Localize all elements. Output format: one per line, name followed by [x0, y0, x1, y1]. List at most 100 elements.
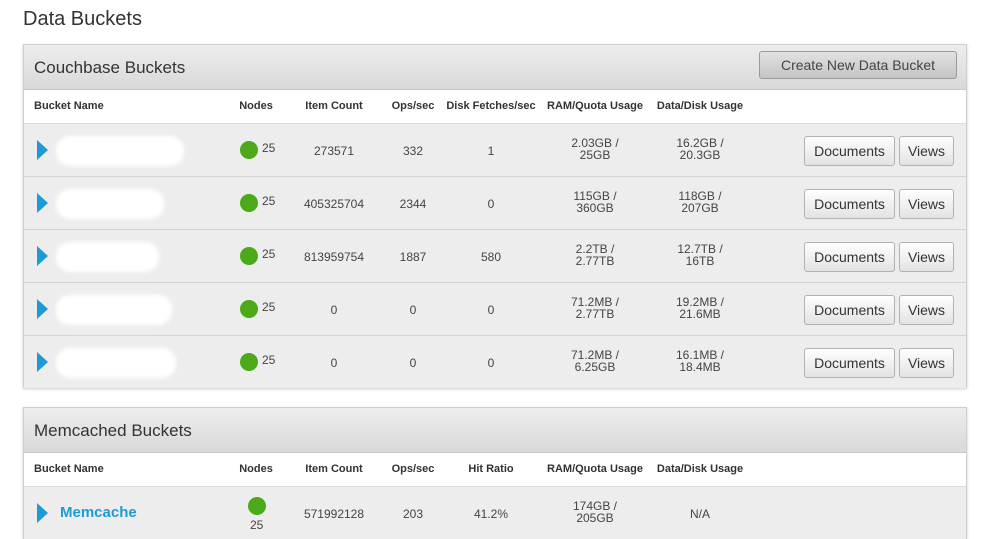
header-nodes: Nodes [239, 100, 273, 112]
nodes-count: 25 [262, 300, 276, 314]
data-disk-usage: N/A [689, 507, 711, 521]
ram-quota: 2.77TB [575, 254, 615, 268]
disk-total: 21.6MB [679, 307, 721, 321]
triangle-right-icon[interactable] [37, 352, 48, 372]
header-bucket-name: Bucket Name [34, 463, 104, 475]
documents-button[interactable]: Documents [804, 189, 895, 219]
nodes-count: 25 [262, 141, 276, 155]
bucket-row: 25 0 0 0 71.2MB /2.77TB 19.2MB /21.6MB D… [24, 283, 966, 336]
header-ops-sec: Ops/sec [391, 463, 435, 475]
status-healthy-icon [240, 300, 258, 318]
item-count: 0 [330, 303, 338, 317]
data-disk-usage: 118GB /207GB [678, 190, 721, 214]
status-healthy-icon [248, 497, 266, 515]
bucket-name-link[interactable]: Memcache [60, 504, 137, 526]
couchbase-buckets-panel: Couchbase Buckets Create New Data Bucket… [23, 44, 967, 388]
bucket-row: Memcache 25 571992128 203 41.2% 174GB /2… [24, 487, 966, 539]
bucket-name-redacted[interactable] [60, 352, 172, 374]
ops-sec: 0 [409, 356, 417, 370]
ram-quota-usage: 174GB /205GB [573, 500, 617, 524]
item-count: 813959754 [303, 250, 365, 264]
ram-quota: 360GB [576, 201, 614, 215]
bucket-row: 25 273571 332 1 2.03GB /25GB 16.2GB /20.… [24, 124, 966, 177]
header-item-count: Item Count [305, 463, 363, 475]
header-ops-sec: Ops/sec [391, 100, 435, 112]
disk-total: 16TB [685, 254, 715, 268]
ops-sec: 332 [402, 144, 424, 158]
ops-sec: 203 [402, 507, 424, 521]
couchbase-panel-header: Couchbase Buckets Create New Data Bucket [24, 45, 966, 90]
ops-sec: 0 [409, 303, 417, 317]
header-ram-quota: RAM/Quota Usage [547, 463, 643, 475]
disk-total: 20.3GB [679, 148, 721, 162]
header-disk-fetches: Disk Fetches/sec [446, 100, 536, 112]
data-disk-usage: 16.1MB /18.4MB [676, 349, 724, 373]
views-button[interactable]: Views [899, 348, 954, 378]
ram-quota: 25GB [579, 148, 611, 162]
triangle-right-icon[interactable] [37, 503, 48, 523]
documents-button[interactable]: Documents [804, 348, 895, 378]
status-healthy-icon [240, 194, 258, 212]
header-data-disk: Data/Disk Usage [656, 100, 744, 112]
views-button[interactable]: Views [899, 242, 954, 272]
triangle-right-icon[interactable] [37, 246, 48, 266]
bucket-row: 25 405325704 2344 0 115GB /360GB 118GB /… [24, 177, 966, 230]
status-healthy-icon [240, 141, 258, 159]
views-button[interactable]: Views [899, 136, 954, 166]
ram-quota-usage: 115GB /360GB [573, 190, 616, 214]
disk-total: 18.4MB [679, 360, 721, 374]
header-item-count: Item Count [305, 100, 363, 112]
item-count: 0 [330, 356, 338, 370]
disk-fetches: 0 [487, 303, 495, 317]
views-button[interactable]: Views [899, 189, 954, 219]
nodes-count: 25 [262, 247, 276, 261]
ram-quota-usage: 2.2TB /2.77TB [576, 243, 615, 267]
ram-quota: 6.25GB [574, 360, 616, 374]
memcached-buckets-panel: Memcached Buckets Bucket Name Nodes Item… [23, 407, 967, 539]
triangle-right-icon[interactable] [37, 193, 48, 213]
nodes-count: 25 [262, 194, 276, 208]
couchbase-panel-title: Couchbase Buckets [34, 58, 186, 77]
create-bucket-button[interactable]: Create New Data Bucket [759, 51, 957, 79]
bucket-name-redacted[interactable] [60, 299, 168, 321]
header-hit-ratio: Hit Ratio [468, 463, 514, 475]
item-count: 273571 [313, 144, 355, 158]
documents-button[interactable]: Documents [804, 136, 895, 166]
item-count: 405325704 [303, 197, 365, 211]
header-data-disk: Data/Disk Usage [656, 463, 744, 475]
nodes-count: 25 [262, 353, 276, 367]
memcached-panel-header: Memcached Buckets [24, 408, 966, 453]
disk-total: 207GB [681, 201, 719, 215]
triangle-right-icon[interactable] [37, 140, 48, 160]
header-nodes: Nodes [239, 463, 273, 475]
couchbase-column-headers: Bucket Name Nodes Item Count Ops/sec Dis… [24, 90, 966, 124]
disk-fetches: 580 [480, 250, 502, 264]
documents-button[interactable]: Documents [804, 295, 895, 325]
data-disk-usage: 16.2GB /20.3GB [676, 137, 723, 161]
data-disk-usage: 12.7TB /16TB [677, 243, 722, 267]
disk-fetches: 0 [487, 356, 495, 370]
disk-fetches: 0 [487, 197, 495, 211]
views-button[interactable]: Views [899, 295, 954, 325]
memcached-column-headers: Bucket Name Nodes Item Count Ops/sec Hit… [24, 453, 966, 487]
bucket-name-redacted[interactable] [60, 140, 180, 162]
memcached-panel-title: Memcached Buckets [34, 421, 192, 440]
item-count: 571992128 [303, 507, 365, 521]
status-healthy-icon [240, 247, 258, 265]
ram-quota-usage: 2.03GB /25GB [571, 137, 618, 161]
header-bucket-name: Bucket Name [34, 100, 104, 112]
ram-quota: 205GB [576, 511, 614, 525]
triangle-right-icon[interactable] [37, 299, 48, 319]
bucket-name-redacted[interactable] [60, 193, 160, 215]
bucket-name-redacted[interactable] [60, 246, 155, 268]
nodes-count: 25 [250, 518, 264, 532]
data-disk-usage: 19.2MB /21.6MB [676, 296, 724, 320]
ops-sec: 1887 [399, 250, 427, 264]
documents-button[interactable]: Documents [804, 242, 895, 272]
disk-fetches: 1 [487, 144, 495, 158]
ram-quota: 2.77TB [575, 307, 615, 321]
status-healthy-icon [240, 353, 258, 371]
header-ram-quota: RAM/Quota Usage [547, 100, 643, 112]
bucket-row: 25 813959754 1887 580 2.2TB /2.77TB 12.7… [24, 230, 966, 283]
ops-sec: 2344 [399, 197, 427, 211]
